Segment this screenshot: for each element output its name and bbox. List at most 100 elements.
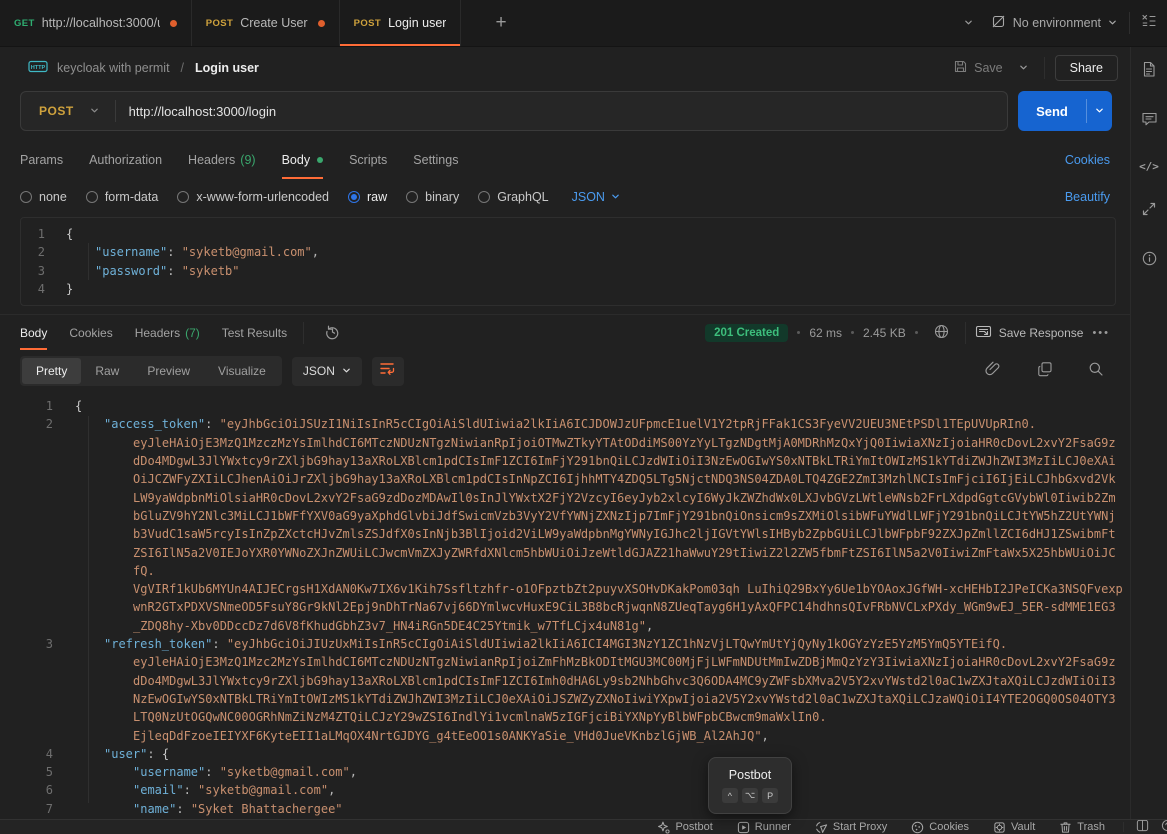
tab-authorization[interactable]: Authorization [89, 141, 162, 179]
method-label: GET [14, 18, 35, 29]
tab-settings[interactable]: Settings [413, 141, 458, 179]
request-tab-create-user[interactable]: POSTCreate User [192, 0, 340, 46]
line-number: 3 [0, 635, 53, 653]
link-response-icon[interactable] [979, 356, 1008, 386]
tab-params[interactable]: Params [20, 141, 63, 179]
response-tab-headers[interactable]: Headers(7) [135, 315, 200, 350]
split-panes-icon[interactable] [1136, 819, 1149, 834]
tab-strip: GEThttp://localhost:3000/usPOSTCreate Us… [0, 0, 461, 46]
divider [1044, 57, 1045, 79]
statusbar-vault[interactable]: Vault [993, 821, 1035, 834]
request-editor[interactable]: 1{2"username": "syketb@gmail.com",3"pass… [20, 217, 1116, 306]
tab-headers[interactable]: Headers(9) [188, 141, 256, 179]
related-requests-icon[interactable] [1141, 201, 1157, 222]
new-tab-button[interactable]: + [485, 0, 516, 46]
unsaved-dot-icon [318, 20, 325, 27]
breadcrumb-separator: / [181, 61, 184, 75]
statusbar-label: Cookies [929, 821, 969, 833]
send-options-chevron[interactable] [1087, 91, 1112, 131]
method-chevron-icon[interactable] [84, 98, 105, 124]
copy-icon[interactable] [1031, 357, 1059, 386]
response-tab-cookies[interactable]: Cookies [69, 315, 112, 350]
help-icon[interactable] [1161, 819, 1167, 834]
line-number: 3 [21, 262, 45, 280]
method-selector[interactable]: POST [21, 104, 84, 118]
page-title: Login user [195, 61, 259, 75]
response-language-dropdown[interactable]: JSON [292, 357, 362, 386]
tab-label: Cookies [69, 326, 112, 340]
code-row: bGluZV9hY2Nlc3MiLCJ1bWFfYXV0aG9yaXphdGlv… [0, 507, 1130, 525]
statusbar-cookies[interactable]: Cookies [911, 821, 969, 834]
code-text: LW9yaWdpbnMiOlsiaHR0cDovL2xvY2FsaG9zdDoz… [75, 489, 1116, 507]
breadcrumb-collection[interactable]: keycloak with permit [57, 61, 170, 75]
postbot-icon [657, 821, 670, 834]
request-tab-http-localhost-3000-us[interactable]: GEThttp://localhost:3000/us [0, 0, 192, 46]
proxy-icon [815, 821, 828, 834]
radio-none[interactable]: none [20, 190, 67, 204]
radio-raw[interactable]: raw [348, 190, 387, 204]
radio-icon [20, 191, 32, 203]
code-row: LTQ0NzUtOGQwNC00OGRhNmZiNzM4ZTQiLCJzY29w… [0, 708, 1130, 726]
response-editor[interactable]: 1{2"access_token": "eyJhbGciOiJSUzI1NiIs… [0, 392, 1130, 819]
beautify-link[interactable]: Beautify [1065, 190, 1110, 204]
comments-icon[interactable] [1141, 111, 1158, 132]
cookies-link[interactable]: Cookies [1065, 153, 1110, 167]
code-snippet-icon[interactable]: </> [1139, 160, 1159, 173]
tab-label: Test Results [222, 326, 287, 340]
tab-body[interactable]: Body [282, 141, 324, 179]
wrap-text-icon[interactable] [372, 357, 404, 386]
response-tab-test-results[interactable]: Test Results [222, 315, 287, 350]
more-options-icon[interactable]: ••• [1092, 327, 1110, 339]
code-text: "username": "syketb@gmail.com", [66, 243, 319, 261]
network-globe-icon[interactable] [927, 319, 956, 347]
tab-label: Scripts [349, 153, 387, 167]
documentation-icon[interactable] [1141, 61, 1157, 83]
dot-separator [915, 331, 918, 334]
url-input[interactable]: http://localhost:3000/login [129, 104, 276, 119]
line-number: 1 [21, 225, 45, 243]
code-text: VgVIRf1kUb6MYUn4AIJECrgsH1XdAN0Kw7IX6v1K… [75, 580, 1123, 598]
line-number [0, 470, 53, 488]
radio-binary[interactable]: binary [406, 190, 459, 204]
save-response-button[interactable]: Save Response [975, 324, 1084, 342]
response-size[interactable]: 2.45 KB [863, 326, 906, 340]
search-icon[interactable] [1082, 357, 1110, 386]
code-text: wnR2GTxPDXVSNmeOD5FsuY8Gr9kNl2Epj9nDhTrN… [75, 598, 1116, 616]
status-badge[interactable]: 201 Created [705, 324, 788, 342]
environment-quick-look-icon[interactable] [1130, 10, 1167, 37]
radio-graphql[interactable]: GraphQL [478, 190, 548, 204]
view-raw[interactable]: Raw [81, 358, 133, 384]
radio-x-www-form-urlencoded[interactable]: x-www-form-urlencoded [177, 190, 329, 204]
runner-icon [737, 821, 750, 834]
response-history-icon[interactable] [318, 319, 347, 347]
line-number [0, 653, 53, 671]
postbot-tooltip-label: Postbot [729, 768, 771, 782]
code-row: VgVIRf1kUb6MYUn4AIJECrgsH1XdAN0Kw7IX6v1K… [0, 580, 1130, 598]
chevron-down-icon[interactable] [958, 10, 979, 36]
view-pretty[interactable]: Pretty [22, 358, 81, 384]
radio-form-data[interactable]: form-data [86, 190, 159, 204]
view-preview[interactable]: Preview [133, 358, 204, 384]
tab-scripts[interactable]: Scripts [349, 141, 387, 179]
code-text: { [75, 397, 82, 415]
save-icon [953, 59, 968, 77]
statusbar-trash[interactable]: Trash [1059, 821, 1105, 834]
share-button[interactable]: Share [1055, 55, 1118, 81]
response-language-label: JSON [303, 364, 335, 378]
request-tab-login-user[interactable]: POSTLogin user [340, 0, 462, 46]
response-tab-body[interactable]: Body [20, 315, 47, 350]
statusbar-start-proxy[interactable]: Start Proxy [815, 821, 887, 834]
code-row: 6"email": "syketb@gmail.com", [0, 781, 1130, 799]
language-dropdown[interactable]: JSON [572, 190, 620, 204]
save-options-chevron[interactable] [1013, 55, 1034, 81]
statusbar-runner[interactable]: Runner [737, 821, 791, 834]
view-visualize[interactable]: Visualize [204, 358, 280, 384]
save-label: Save [974, 61, 1003, 75]
response-time[interactable]: 62 ms [809, 326, 842, 340]
statusbar-postbot[interactable]: Postbot [657, 821, 712, 834]
save-button[interactable]: Save [953, 59, 1003, 77]
info-icon[interactable] [1141, 250, 1158, 272]
environment-selector[interactable]: No environment [979, 14, 1129, 32]
send-button[interactable]: Send [1018, 91, 1112, 131]
divider [115, 100, 116, 122]
